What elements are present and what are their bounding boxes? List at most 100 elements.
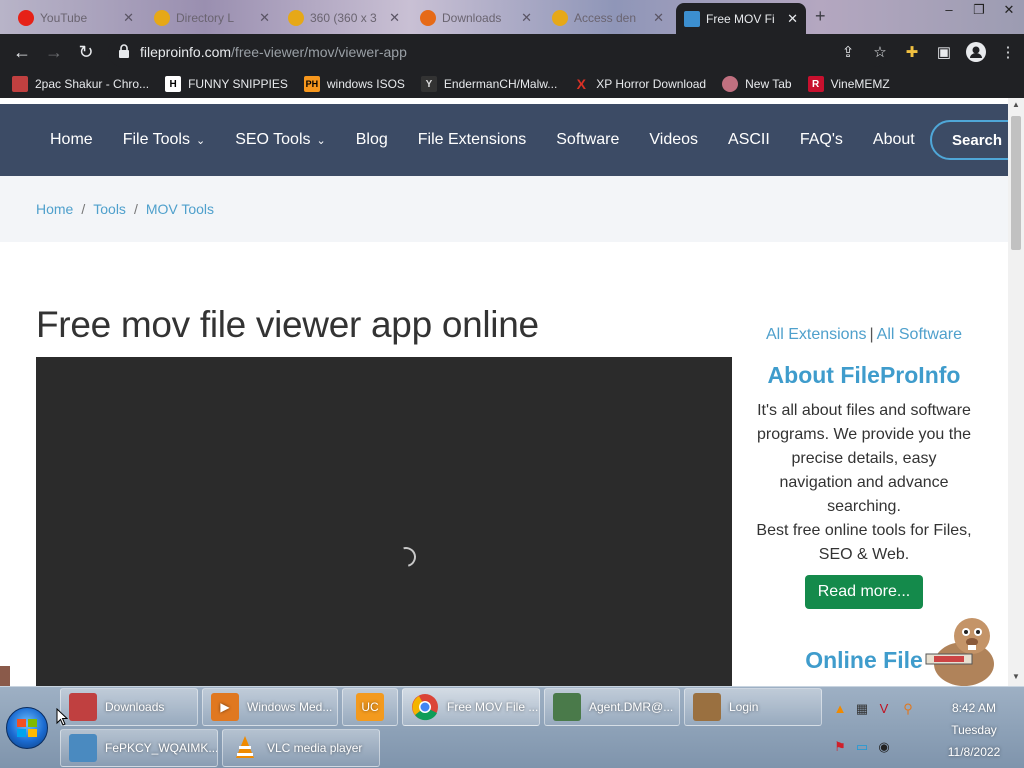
profile-icon[interactable]	[960, 36, 992, 68]
sidebar-links: All Extensions | All Software	[744, 326, 984, 344]
close-icon[interactable]: ✕	[259, 10, 270, 26]
nav-label: FAQ's	[799, 131, 843, 148]
volume-tray-icon[interactable]: ◉	[876, 739, 892, 755]
taskbar-uc-browser[interactable]: UC	[342, 688, 398, 726]
bookmark-2pac[interactable]: 2pac Shakur - Chro...	[12, 76, 149, 92]
start-button[interactable]	[6, 707, 48, 749]
close-window-button[interactable]: ✕	[994, 0, 1024, 22]
menu-icon[interactable]: ⋮	[992, 36, 1024, 68]
address-bar[interactable]: fileproinfo.com/free-viewer/mov/viewer-a…	[108, 37, 888, 67]
all-extensions-link[interactable]: All Extensions	[766, 326, 867, 343]
taskbar-label: Login	[729, 700, 759, 714]
display-tray-icon[interactable]: ▭	[854, 739, 870, 755]
taskbar-fepkcy[interactable]: FePKCY_WQAIMK...	[60, 729, 218, 767]
tab-directory[interactable]: Directory L ✕	[146, 4, 278, 32]
back-icon[interactable]: ←	[6, 36, 38, 68]
taskbar-label: Free MOV File ...	[447, 700, 539, 714]
taskbar-downloads[interactable]: Downloads	[60, 688, 198, 726]
nav-ascii[interactable]: ASCII	[728, 131, 770, 149]
scroll-down-icon[interactable]: ▼	[1008, 672, 1024, 681]
close-icon[interactable]: ✕	[389, 10, 400, 26]
nav-label: ASCII	[728, 131, 770, 148]
scroll-thumb[interactable]	[1011, 116, 1021, 250]
scroll-up-icon[interactable]: ▲	[1008, 100, 1024, 109]
taskbar-windows-media[interactable]: ▶ Windows Med...	[202, 688, 338, 726]
share-icon[interactable]: ⇪	[832, 36, 864, 68]
search-tray-icon[interactable]: ⚲	[900, 701, 916, 717]
taskbar-login[interactable]: Login	[684, 688, 822, 726]
close-icon[interactable]: ✕	[653, 10, 664, 26]
system-tray: ▲ ▦ V ⚲ ⚑ ▭ ◉	[828, 687, 932, 768]
close-icon[interactable]: ✕	[521, 10, 532, 26]
nav-home[interactable]: Home	[50, 131, 93, 149]
clock-date: 11/8/2022	[947, 745, 1001, 759]
bookmark-funny-snippies[interactable]: H FUNNY SNIPPIES	[165, 76, 288, 92]
new-tab-button[interactable]: +	[815, 6, 826, 27]
nav-file-tools[interactable]: File Tools ⌄	[123, 131, 206, 149]
screen: YouTube ✕ Directory L ✕ 360 (360 x 3 ✕ D…	[0, 0, 1024, 768]
loading-spinner-icon	[392, 543, 420, 571]
nav-label: SEO Tools	[235, 131, 311, 148]
tab-access-denied[interactable]: Access den ✕	[544, 4, 672, 32]
y-logo-icon: Y	[420, 76, 437, 92]
search-button[interactable]: Search	[930, 120, 1008, 160]
desktop-mascot-gopher[interactable]	[912, 614, 1008, 686]
all-software-link[interactable]: All Software	[877, 326, 962, 343]
extensions-icon[interactable]: ✚	[896, 36, 928, 68]
breadcrumb-home[interactable]: Home	[36, 201, 73, 217]
taskbar-vlc[interactable]: VLC media player	[222, 729, 380, 767]
tab-free-mov[interactable]: Free MOV Fi ✕	[676, 3, 806, 34]
bookmark-windows-isos[interactable]: PH windows ISOS	[303, 76, 405, 92]
breadcrumb: Home / Tools / MOV Tools	[0, 176, 1008, 242]
windows-logo-icon	[17, 719, 37, 737]
nav-faqs[interactable]: FAQ's	[800, 131, 843, 149]
tab-title: Directory L	[176, 11, 235, 25]
tab-downloads[interactable]: Downloads ✕	[412, 4, 540, 32]
reload-icon[interactable]: ↻	[70, 36, 102, 68]
nav-blog[interactable]: Blog	[356, 131, 388, 149]
clock[interactable]: 8:42 AM Tuesday 11/8/2022	[932, 697, 1016, 763]
bookmark-label: windows ISOS	[326, 77, 405, 91]
breadcrumb-mov-tools[interactable]: MOV Tools	[146, 201, 214, 217]
nav-label: Videos	[649, 131, 699, 148]
bookmark-xp-horror[interactable]: X XP Horror Download	[573, 76, 707, 92]
image-icon	[69, 734, 97, 762]
page-scrollbar[interactable]: ▲ ▼	[1008, 98, 1024, 686]
close-icon[interactable]: ✕	[123, 10, 134, 26]
viewer-app-frame[interactable]	[36, 357, 732, 686]
network-tray-icon[interactable]: ▦	[854, 701, 870, 717]
tab-360[interactable]: 360 (360 x 3 ✕	[280, 4, 408, 32]
tab-youtube[interactable]: YouTube ✕	[10, 4, 142, 32]
close-icon[interactable]: ✕	[787, 11, 798, 27]
antivirus-tray-icon[interactable]: V	[876, 701, 892, 717]
bookmark-star-icon[interactable]: ☆	[864, 36, 896, 68]
nav-label: Blog	[355, 131, 388, 148]
nav-software[interactable]: Software	[556, 131, 619, 149]
forward-icon[interactable]: →	[38, 36, 70, 68]
breadcrumb-tools[interactable]: Tools	[93, 201, 126, 217]
side-panel-icon[interactable]: ▣	[928, 36, 960, 68]
minimize-button[interactable]: –	[934, 0, 964, 22]
bookmark-endermanch[interactable]: Y EndermanCH/Malw...	[420, 76, 557, 92]
browser-toolbar: ← → ↻ fileproinfo.com/free-viewer/mov/vi…	[0, 34, 1024, 70]
nav-seo-tools[interactable]: SEO Tools ⌄	[235, 131, 326, 149]
nav-file-extensions[interactable]: File Extensions	[418, 131, 527, 149]
bookmark-vinememz[interactable]: R VineMEMZ	[807, 76, 890, 92]
left-edge-widget	[0, 666, 10, 686]
page-title: Free mov file viewer app online	[36, 304, 539, 345]
ph-logo-icon: PH	[303, 76, 320, 92]
flag-tray-icon[interactable]: ⚑	[832, 739, 848, 755]
bookmark-new-tab[interactable]: New Tab	[722, 76, 792, 92]
vlc-tray-icon[interactable]: ▲	[832, 701, 848, 717]
link-separator: |	[869, 326, 874, 343]
taskbar-agent-dmr[interactable]: Agent.DMR@...	[544, 688, 680, 726]
url-path: /free-viewer/mov/viewer-app	[231, 44, 407, 60]
taskbar-chrome[interactable]: Free MOV File ...	[402, 688, 540, 726]
nav-videos[interactable]: Videos	[649, 131, 698, 149]
lock-icon[interactable]	[118, 43, 130, 61]
maximize-button[interactable]: ❐	[964, 0, 994, 22]
nav-about[interactable]: About	[873, 131, 915, 149]
read-more-button[interactable]: Read more...	[804, 575, 924, 609]
x-logo-icon: X	[576, 76, 586, 92]
page-viewport: Home File Tools ⌄ SEO Tools ⌄ Blog File Ex…	[0, 98, 1008, 686]
